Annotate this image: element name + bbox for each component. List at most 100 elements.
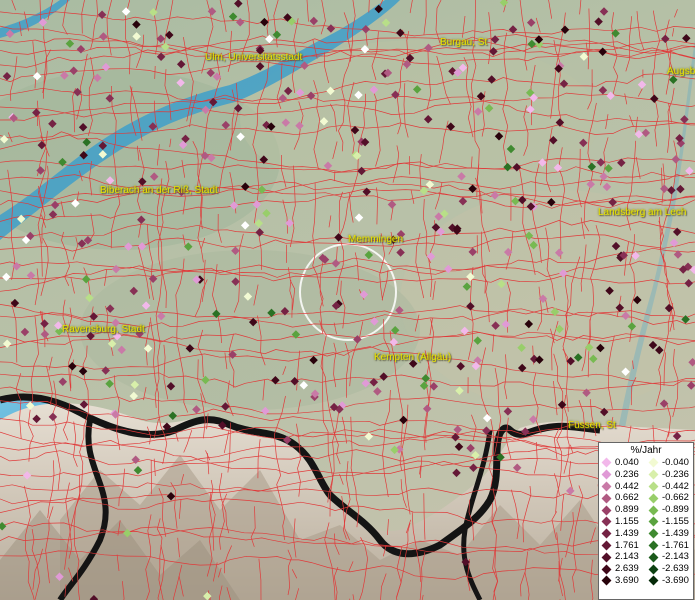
station-marker[interactable]: [68, 361, 77, 371]
station-marker[interactable]: [161, 42, 170, 51]
station-marker[interactable]: [165, 30, 174, 40]
station-marker[interactable]: [396, 248, 405, 257]
station-marker[interactable]: [235, 18, 245, 27]
station-marker[interactable]: [524, 231, 534, 240]
station-marker[interactable]: [589, 354, 598, 364]
station-marker[interactable]: [185, 344, 195, 353]
station-marker[interactable]: [105, 379, 114, 388]
station-marker[interactable]: [129, 391, 139, 401]
station-marker[interactable]: [482, 426, 491, 435]
station-marker[interactable]: [78, 367, 88, 376]
station-marker[interactable]: [587, 162, 597, 171]
station-marker[interactable]: [32, 414, 41, 424]
station-marker[interactable]: [673, 250, 683, 259]
station-marker[interactable]: [36, 166, 45, 175]
station-marker[interactable]: [512, 163, 522, 172]
station-marker[interactable]: [387, 200, 397, 209]
station-marker[interactable]: [599, 172, 608, 181]
station-marker[interactable]: [660, 184, 669, 194]
station-marker[interactable]: [641, 128, 651, 138]
station-marker[interactable]: [295, 88, 305, 97]
station-marker[interactable]: [184, 242, 193, 251]
station-marker[interactable]: [309, 16, 319, 26]
station-marker[interactable]: [156, 34, 166, 44]
station-marker[interactable]: [233, 103, 243, 113]
station-marker[interactable]: [369, 85, 379, 94]
station-marker[interactable]: [240, 221, 250, 230]
station-marker[interactable]: [566, 356, 575, 366]
station-marker[interactable]: [471, 451, 480, 460]
station-marker[interactable]: [105, 94, 115, 103]
station-marker[interactable]: [228, 350, 237, 359]
station-marker[interactable]: [58, 157, 67, 167]
station-marker[interactable]: [454, 442, 464, 451]
station-marker[interactable]: [373, 387, 382, 396]
map-view[interactable]: Ulm, Universitätsstadt Burgau, St Augsb Bib…: [0, 0, 695, 600]
station-marker[interactable]: [98, 150, 108, 159]
station-marker[interactable]: [156, 52, 166, 62]
station-marker[interactable]: [101, 62, 111, 72]
station-marker[interactable]: [686, 381, 695, 390]
station-marker[interactable]: [399, 415, 408, 425]
station-marker[interactable]: [48, 412, 58, 422]
station-marker[interactable]: [131, 455, 140, 464]
station-marker[interactable]: [672, 227, 682, 237]
station-marker[interactable]: [566, 486, 575, 496]
station-marker[interactable]: [93, 73, 102, 83]
station-marker[interactable]: [107, 339, 117, 348]
station-marker[interactable]: [369, 377, 379, 387]
station-marker[interactable]: [111, 264, 121, 274]
station-marker[interactable]: [667, 185, 676, 195]
station-marker[interactable]: [265, 34, 274, 44]
station-marker[interactable]: [503, 407, 513, 416]
station-marker[interactable]: [422, 404, 432, 413]
station-marker[interactable]: [234, 0, 243, 8]
station-marker[interactable]: [81, 274, 91, 284]
station-marker[interactable]: [451, 432, 460, 442]
station-marker[interactable]: [661, 34, 670, 44]
station-marker[interactable]: [105, 176, 115, 185]
station-marker[interactable]: [2, 272, 11, 282]
station-marker[interactable]: [168, 411, 178, 421]
station-marker[interactable]: [487, 75, 496, 84]
station-marker[interactable]: [98, 141, 108, 150]
station-marker[interactable]: [491, 321, 500, 330]
station-marker[interactable]: [484, 104, 494, 113]
station-marker[interactable]: [176, 60, 186, 69]
station-marker[interactable]: [58, 377, 68, 386]
station-marker[interactable]: [326, 24, 336, 33]
station-marker[interactable]: [55, 572, 64, 581]
station-marker[interactable]: [283, 86, 293, 96]
station-marker[interactable]: [457, 172, 466, 181]
station-marker[interactable]: [634, 129, 644, 139]
station-marker[interactable]: [550, 307, 560, 317]
station-marker[interactable]: [650, 94, 659, 103]
station-marker[interactable]: [285, 218, 294, 228]
station-marker[interactable]: [604, 164, 613, 173]
station-marker[interactable]: [212, 309, 221, 319]
station-marker[interactable]: [460, 326, 469, 336]
station-marker[interactable]: [688, 357, 695, 367]
station-marker[interactable]: [281, 118, 291, 127]
station-marker[interactable]: [255, 62, 265, 71]
station-marker[interactable]: [38, 18, 48, 27]
station-marker[interactable]: [524, 319, 534, 329]
station-marker[interactable]: [360, 44, 370, 54]
station-marker[interactable]: [262, 208, 271, 218]
station-marker[interactable]: [272, 30, 282, 40]
station-marker[interactable]: [101, 366, 110, 375]
station-marker[interactable]: [389, 337, 399, 347]
station-marker[interactable]: [598, 47, 607, 57]
station-marker[interactable]: [319, 117, 329, 126]
station-marker[interactable]: [71, 199, 80, 208]
station-marker[interactable]: [444, 264, 453, 274]
station-marker[interactable]: [334, 233, 343, 242]
station-marker[interactable]: [501, 320, 511, 329]
station-marker[interactable]: [538, 158, 547, 167]
station-marker[interactable]: [496, 453, 505, 462]
station-marker[interactable]: [221, 402, 230, 411]
station-marker[interactable]: [22, 471, 32, 480]
station-marker[interactable]: [252, 200, 262, 209]
station-marker[interactable]: [462, 282, 472, 291]
station-marker[interactable]: [361, 379, 370, 388]
